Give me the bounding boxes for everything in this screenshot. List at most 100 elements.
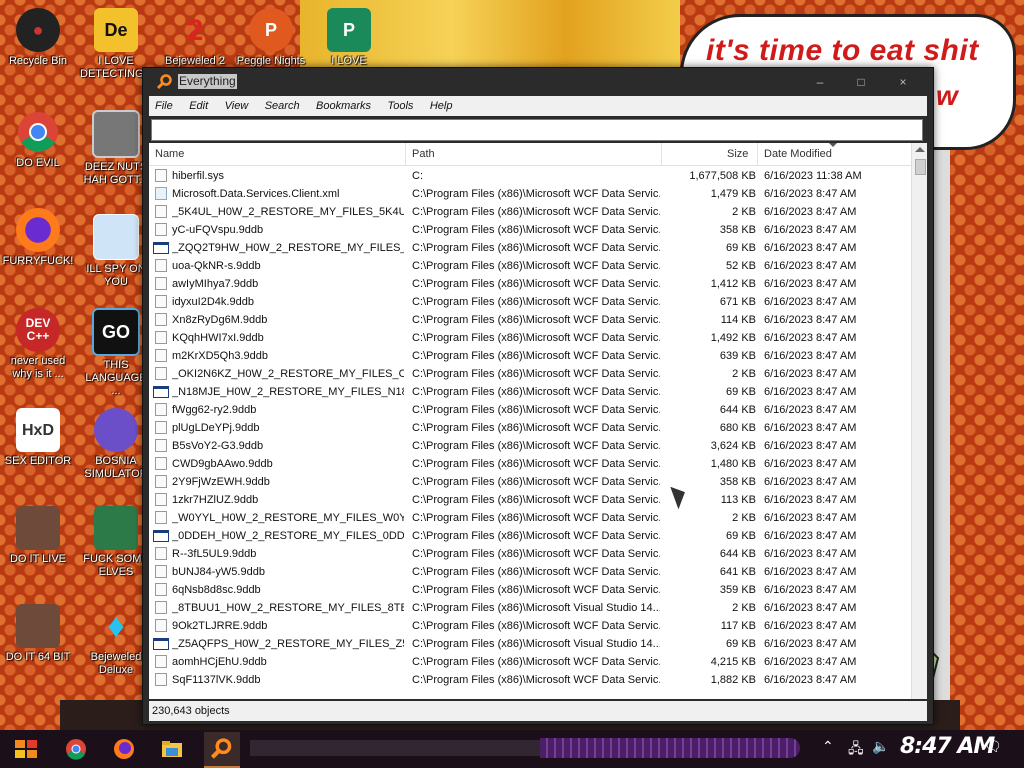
file-icon	[155, 421, 167, 434]
menu-search[interactable]: Search	[259, 97, 306, 112]
table-row[interactable]: 6qNsb8d8sc.9ddb C:\Program Files (x86)\Mi…	[149, 581, 911, 599]
start-icon	[15, 740, 37, 758]
table-row[interactable]: uoa-QkNR-s.9ddb C:\Program Files (x86)\Mi…	[149, 257, 911, 275]
table-row[interactable]: Xn8zRyDg6M.9ddb C:\Program Files (x86)\Mi…	[149, 311, 911, 329]
cell-size: 2 KB	[732, 368, 756, 380]
table-row[interactable]: plUgLDeYPj.9ddb C:\Program Files (x86)\Mi…	[149, 419, 911, 437]
menu-bookmarks[interactable]: Bookmarks	[310, 97, 377, 112]
table-row[interactable]: fWgg62-ry2.9ddb C:\Program Files (x86)\Mi…	[149, 401, 911, 419]
desktop-icon-recycle-bin[interactable]: ● Recycle Bin	[2, 8, 74, 68]
table-row[interactable]: m2KrXD5Qh3.9ddb C:\Program Files (x86)\Mi…	[149, 347, 911, 365]
menu-edit[interactable]: Edit	[183, 97, 214, 112]
desktop-icon-do-it-live[interactable]: DO IT LIVE	[2, 506, 74, 566]
vertical-scrollbar[interactable]	[911, 143, 927, 699]
menu-file[interactable]: File	[149, 97, 179, 112]
desktop-icon-do-evil[interactable]: DO EVIL	[2, 110, 74, 170]
taskbar-file-explorer[interactable]	[154, 732, 190, 766]
table-row[interactable]: B5sVoY2-G3.9ddb C:\Program Files (x86)\Mi…	[149, 437, 911, 455]
cell-name: SqF1137lVK.9ddb	[172, 674, 261, 686]
table-row[interactable]: _W0YYL_H0W_2_RESTORE_MY_FILES_W0YYL... C:…	[149, 509, 911, 527]
network-icon[interactable]: 🖧	[848, 738, 864, 762]
goland-icon: GO	[92, 308, 140, 356]
table-row[interactable]: _ZQQ2T9HW_H0W_2_RESTORE_MY_FILES_ZQ... C:…	[149, 239, 911, 257]
minimize-button[interactable]: –	[802, 72, 838, 92]
file-icon	[155, 511, 167, 524]
cell-name: _5K4UL_H0W_2_RESTORE_MY_FILES_5K4UL_...	[172, 206, 404, 218]
table-row[interactable]: awIyMIhya7.9ddb C:\Program Files (x86)\Mi…	[149, 275, 911, 293]
taskbar-chrome[interactable]	[58, 732, 94, 766]
table-row[interactable]: _OKI2N6KZ_H0W_2_RESTORE_MY_FILES_OKI... C…	[149, 365, 911, 383]
table-row[interactable]: _N18MJE_H0W_2_RESTORE_MY_FILES_N18M... C:…	[149, 383, 911, 401]
desktop-icon-label: Recycle Bin	[8, 55, 68, 67]
menu-help[interactable]: Help	[424, 97, 459, 112]
desktop-icon-furryfuck[interactable]: FURRYFUCK!	[2, 208, 74, 268]
search-input[interactable]	[151, 119, 923, 141]
cell-size: 1,677,508 KB	[689, 170, 756, 182]
table-row[interactable]: idyxuI2D4k.9ddb C:\Program Files (x86)\Mi…	[149, 293, 911, 311]
cell-path: C:\Program Files (x86)\Microsoft WCF Dat…	[412, 350, 660, 362]
column-divider[interactable]	[661, 143, 662, 165]
menu-tools[interactable]: Tools	[382, 97, 420, 112]
maximize-button[interactable]: □	[843, 72, 879, 92]
column-header-date[interactable]: Date Modified	[764, 148, 832, 160]
desktop-icon-sex-editor[interactable]: HxD SEX EDITOR	[2, 408, 74, 468]
table-row[interactable]: hiberfil.sys C: 1,677,508 KB 6/16/2023 11:3…	[149, 167, 911, 185]
volume-icon[interactable]: 🔈	[872, 738, 889, 755]
cell-size: 1,480 KB	[710, 458, 756, 470]
table-row[interactable]: KQqhHWI7xI.9ddb C:\Program Files (x86)\Mi…	[149, 329, 911, 347]
cell-date: 6/16/2023 11:38 AM	[764, 170, 862, 182]
close-button[interactable]: ×	[885, 72, 921, 92]
table-row[interactable]: aomhHCjEhU.9ddb C:\Program Files (x86)\Mi…	[149, 653, 911, 671]
table-row[interactable]: _0DDEH_H0W_2_RESTORE_MY_FILES_0DDEH... C:…	[149, 527, 911, 545]
taskbar-firefox[interactable]	[106, 732, 142, 766]
desktop-icon-do-it-64-bit[interactable]: DO IT 64 BIT	[2, 604, 74, 664]
scroll-up-icon[interactable]	[915, 147, 925, 152]
file-icon	[155, 547, 167, 560]
taskbar-clock[interactable]: 8:47 AM	[900, 734, 995, 759]
table-row[interactable]: R--3fL5UL9.9ddb C:\Program Files (x86)\Mi…	[149, 545, 911, 563]
table-row[interactable]: CWD9gbAAwo.9ddb C:\Program Files (x86)\Mi…	[149, 455, 911, 473]
desktop-icon-peggle-nights[interactable]: P Peggle Nights	[236, 8, 306, 68]
cell-date: 6/16/2023 8:47 AM	[764, 296, 857, 308]
desktop-icon-i-love[interactable]: P I LOVE	[314, 8, 384, 68]
table-row[interactable]: _8TBUU1_H0W_2_RESTORE_MY_FILES_8TBU... C:…	[149, 599, 911, 617]
table-row[interactable]: _5K4UL_H0W_2_RESTORE_MY_FILES_5K4UL_... C…	[149, 203, 911, 221]
cell-name: fWgg62-ry2.9ddb	[172, 404, 257, 416]
file-icon	[155, 601, 167, 614]
portrait-icon	[16, 506, 60, 550]
column-header-size[interactable]: Size	[727, 148, 748, 160]
notification-icon[interactable]: 🗨	[984, 738, 1002, 755]
table-row[interactable]: 2Y9FjWzEWH.9ddb C:\Program Files (x86)\Mi…	[149, 473, 911, 491]
cell-date: 6/16/2023 8:47 AM	[764, 224, 857, 236]
start-button[interactable]	[8, 732, 44, 766]
menu-view[interactable]: View	[219, 97, 255, 112]
table-row[interactable]: _Z5AQFPS_H0W_2_RESTORE_MY_FILES_Z5AQ... C…	[149, 635, 911, 653]
column-divider[interactable]	[405, 143, 406, 165]
desktop-icon-bejeweled2[interactable]: 2 Bejeweled 2	[160, 8, 230, 68]
tray-chevron-up-icon[interactable]: ⌃	[822, 738, 834, 755]
cell-path: C:\Program Files (x86)\Microsoft WCF Dat…	[412, 656, 660, 668]
everything-window[interactable]: Everything – □ × File Edit View Search B…	[142, 67, 934, 725]
desktop-icon-dev-cpp[interactable]: DEV C++ never used why is it ...	[2, 308, 74, 381]
table-row[interactable]: SqF1137lVK.9ddb C:\Program Files (x86)\Mi…	[149, 671, 911, 689]
cell-path: C:\Program Files (x86)\Microsoft WCF Dat…	[412, 530, 660, 542]
cell-path: C:\Program Files (x86)\Microsoft WCF Dat…	[412, 440, 660, 452]
taskbar-everything[interactable]	[204, 732, 240, 768]
results-list[interactable]: Name Path Size Date Modified hiberfil.sy…	[149, 143, 927, 699]
scroll-thumb[interactable]	[915, 159, 926, 175]
cell-size: 52 KB	[726, 260, 756, 272]
file-icon	[155, 277, 167, 290]
table-row[interactable]: Microsoft.Data.Services.Client.xml C:\Pro…	[149, 185, 911, 203]
cell-name: uoa-QkNR-s.9ddb	[172, 260, 261, 272]
title-bar[interactable]: Everything – □ ×	[143, 68, 933, 96]
table-row[interactable]: yC-uFQVspu.9ddb C:\Program Files (x86)\Mi…	[149, 221, 911, 239]
table-row[interactable]: 9Ok2TLJRRE.9ddb C:\Program Files (x86)\Mi…	[149, 617, 911, 635]
table-row[interactable]: bUNJ84-yW5.9ddb C:\Program Files (x86)\Mi…	[149, 563, 911, 581]
column-header-name[interactable]: Name	[155, 148, 184, 160]
column-divider[interactable]	[757, 143, 758, 165]
column-header-path[interactable]: Path	[412, 148, 435, 160]
portrait-icon	[16, 604, 60, 648]
status-bar: 230,643 objects	[149, 701, 927, 721]
santa-game-icon	[94, 506, 138, 550]
table-row[interactable]: 1zkr7HZlUZ.9ddb C:\Program Files (x86)\Mi…	[149, 491, 911, 509]
